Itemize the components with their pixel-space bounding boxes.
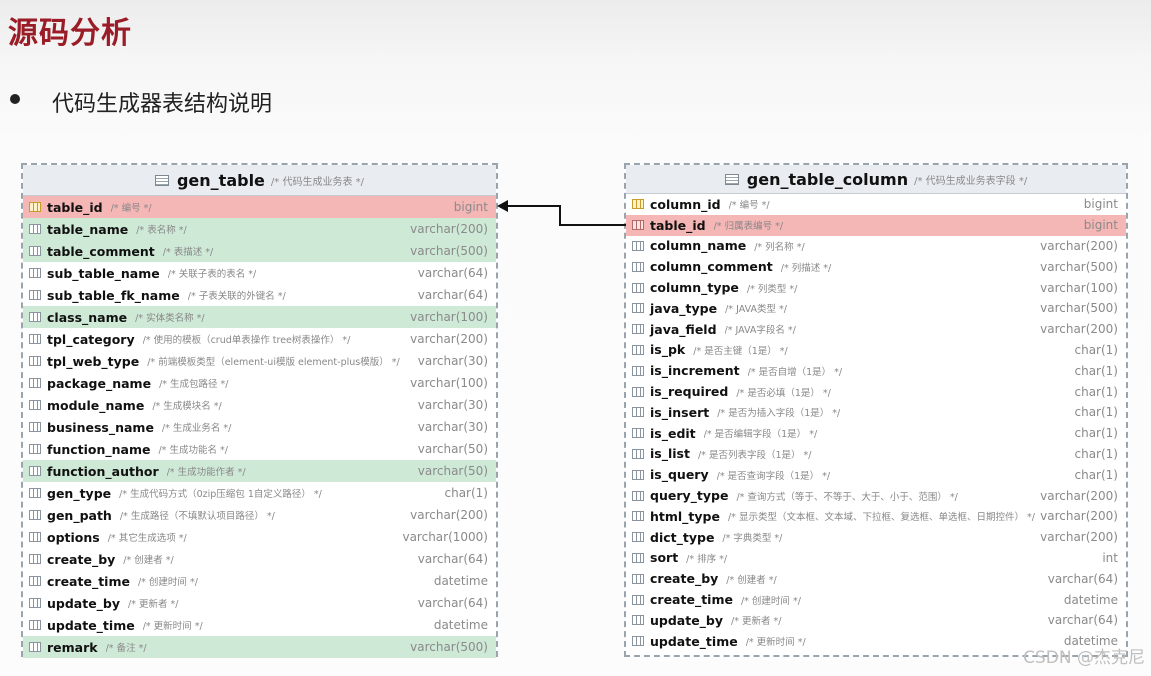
relationship-arrow-icon xyxy=(497,200,508,212)
watermark: CSDN @杰克尼 xyxy=(1023,648,1145,668)
fk-relationship-line xyxy=(506,205,626,226)
relationship-connector xyxy=(497,200,626,226)
